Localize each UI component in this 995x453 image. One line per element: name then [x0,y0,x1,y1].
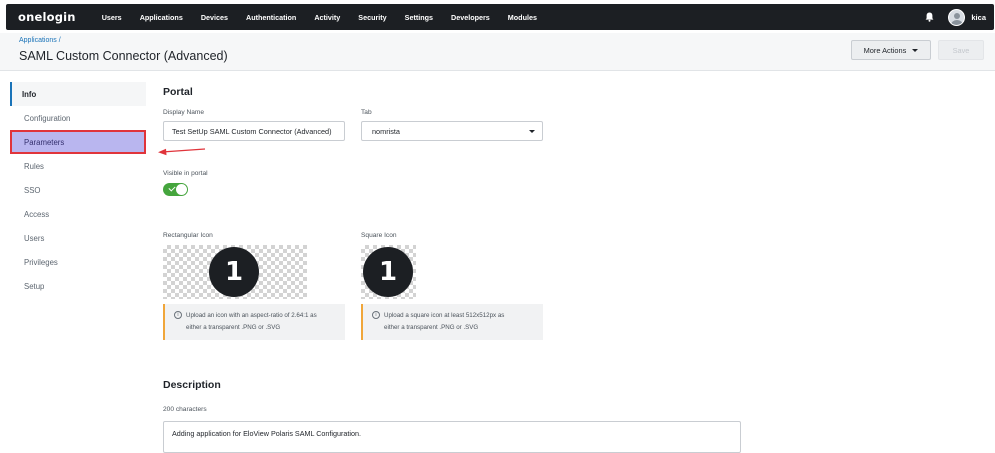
sidebar: Info Configuration Parameters Rules SSO … [10,82,146,298]
page-title: SAML Custom Connector (Advanced) [19,49,228,63]
tab-select-value: nomrista [372,126,400,136]
display-name-label: Display Name [163,109,205,116]
sidebar-item-parameters[interactable]: Parameters [10,130,146,154]
nav-item-activity[interactable]: Activity [314,13,340,22]
rectangular-icon-hint: i Upload an icon with an aspect-ratio of… [163,304,345,340]
rectangular-icon-preview[interactable]: 1 [163,245,307,299]
username[interactable]: kica [971,13,986,22]
rect-hint-line1: Upload an icon with an aspect-ratio of 2… [186,312,317,319]
onelogin-badge-icon: 1 [209,247,259,297]
nav-item-developers[interactable]: Developers [451,13,490,22]
nav-item-devices[interactable]: Devices [201,13,228,22]
sidebar-item-setup[interactable]: Setup [10,274,146,298]
portal-section-title: Portal [163,86,193,98]
visible-in-portal-toggle[interactable] [163,183,188,196]
description-textarea[interactable]: Adding application for EloView Polaris S… [163,421,741,453]
breadcrumb[interactable]: Applications / [19,37,61,44]
info-icon: i [174,311,182,319]
description-counter: 200 characters [163,406,207,413]
sidebar-item-privileges[interactable]: Privileges [10,250,146,274]
save-button[interactable]: Save [938,40,984,60]
check-icon [168,184,176,192]
tab-select[interactable]: nomrista [361,121,543,141]
sidebar-item-access[interactable]: Access [10,202,146,226]
page-header: Applications / SAML Custom Connector (Ad… [0,33,995,71]
display-name-input[interactable]: Test SetUp SAML Custom Connector (Advanc… [163,121,345,141]
chevron-down-icon [912,48,919,52]
user-area: kica [924,4,986,30]
sidebar-item-sso[interactable]: SSO [10,178,146,202]
tab-label: Tab [361,109,372,116]
onelogin-logo[interactable]: onelogin [18,10,76,24]
sidebar-item-users[interactable]: Users [10,226,146,250]
toggle-knob [176,184,187,195]
square-hint-line2: either a transparent .PNG or .SVG [384,323,479,331]
sidebar-item-info[interactable]: Info [10,82,146,106]
more-actions-label: More Actions [863,45,907,55]
nav-item-users[interactable]: Users [102,13,122,22]
nav-item-security[interactable]: Security [358,13,386,22]
avatar[interactable] [948,8,966,26]
rectangular-icon-label: Rectangular Icon [163,232,213,239]
info-icon: i [372,311,380,319]
square-icon-label: Square Icon [361,232,397,239]
sidebar-item-configuration[interactable]: Configuration [10,106,146,130]
square-icon-hint: i Upload a square icon at least 512x512p… [361,304,543,340]
nav-item-applications[interactable]: Applications [140,13,183,22]
rect-hint-line2: either a transparent .PNG or .SVG [186,323,281,331]
more-actions-button[interactable]: More Actions [851,40,931,60]
onelogin-badge-icon: 1 [363,247,413,297]
description-section-title: Description [163,379,221,391]
nav-item-modules[interactable]: Modules [508,13,537,22]
chevron-down-icon [529,130,535,133]
square-hint-line1: Upload a square icon at least 512x512px … [384,312,505,319]
app-window: onelogin Users Applications Devices Auth… [0,0,995,453]
sidebar-item-rules[interactable]: Rules [10,154,146,178]
bell-icon[interactable] [924,12,934,22]
nav-item-settings[interactable]: Settings [405,13,433,22]
visible-in-portal-label: Visible in portal [163,170,208,177]
top-nav-bar: onelogin Users Applications Devices Auth… [6,4,994,30]
nav-item-authentication[interactable]: Authentication [246,13,296,22]
square-icon-preview[interactable]: 1 [361,245,416,299]
annotation-arrow [158,148,206,156]
